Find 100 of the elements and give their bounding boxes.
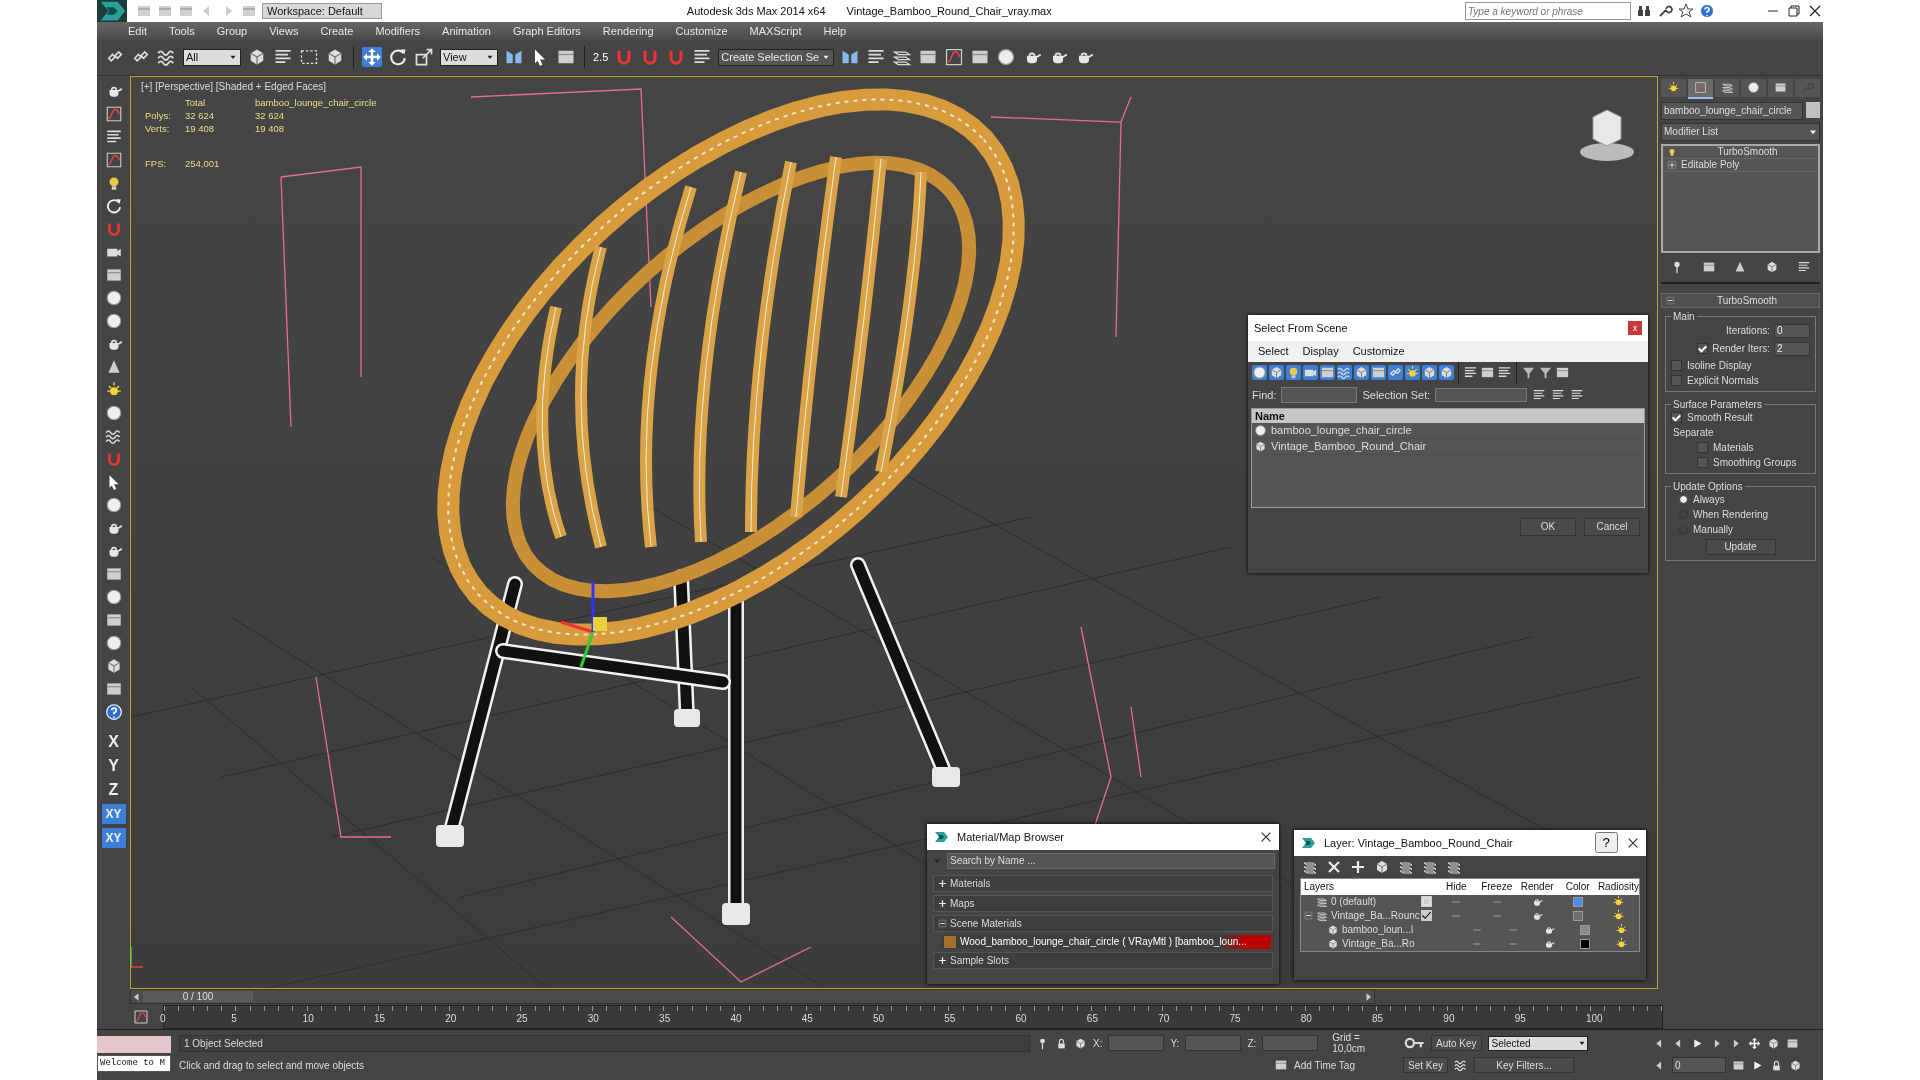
move-icon[interactable] — [1748, 1036, 1761, 1050]
menu-item[interactable]: Customize — [664, 25, 739, 37]
cube-icon[interactable] — [1422, 365, 1437, 381]
checkbox[interactable] — [1697, 343, 1709, 355]
rollout-header[interactable]: TurboSmooth — [1661, 292, 1820, 308]
coordinate-field[interactable] — [1185, 1035, 1242, 1052]
menu-item[interactable]: Select — [1258, 345, 1289, 358]
named-selection-dropdown[interactable]: Create Selection Se — [718, 48, 835, 66]
coordinate-field[interactable] — [1108, 1035, 1165, 1052]
sphere-icon[interactable] — [104, 311, 123, 330]
filter-icon[interactable] — [1538, 365, 1553, 381]
column-header[interactable]: Radiosity — [1597, 881, 1639, 893]
menu-item[interactable]: Rendering — [591, 25, 665, 37]
cube-icon[interactable] — [1374, 858, 1390, 875]
curve-graph-icon[interactable] — [104, 104, 123, 123]
column-header[interactable]: Layers — [1301, 881, 1416, 893]
help-icon[interactable] — [1699, 3, 1715, 19]
command-panel-tab[interactable] — [1661, 78, 1686, 97]
cube-icon[interactable] — [1789, 1058, 1802, 1072]
cross-icon[interactable] — [1326, 858, 1342, 875]
axis-constraint-button[interactable]: X — [101, 731, 126, 752]
auto-key-button[interactable]: Auto Key — [1431, 1035, 1482, 1052]
collapse-icon[interactable] — [1304, 911, 1313, 921]
workspace-dropdown[interactable]: Workspace: Default — [262, 3, 382, 19]
rotate-icon[interactable] — [388, 47, 408, 68]
checkbox[interactable] — [1697, 456, 1708, 468]
star-icon[interactable] — [1678, 3, 1694, 19]
menu-item[interactable]: Graph Editors — [501, 25, 592, 37]
axis-constraint-button[interactable]: XY — [101, 803, 126, 824]
cube-icon[interactable] — [1269, 365, 1284, 381]
help-button[interactable]: ? — [1594, 832, 1618, 854]
menu-item[interactable]: Display — [1302, 345, 1339, 358]
menu-item[interactable]: Create — [309, 25, 365, 37]
object-color-swatch[interactable] — [1580, 924, 1590, 935]
filter-icon[interactable] — [1521, 365, 1536, 381]
browser-section-header[interactable]: Materials — [933, 874, 1273, 892]
checkmark-icon[interactable] — [1420, 910, 1432, 922]
panel-icon[interactable] — [1786, 1036, 1799, 1050]
set-key-button[interactable]: Set Key — [1403, 1057, 1449, 1074]
column-header[interactable]: Render — [1516, 881, 1558, 893]
perspective-viewport[interactable] — [130, 75, 1658, 990]
panel-icon[interactable] — [1371, 365, 1386, 381]
sphere-icon[interactable] — [104, 587, 123, 606]
lock-icon[interactable] — [1770, 1058, 1783, 1072]
collapse-icon[interactable] — [1666, 295, 1675, 305]
panel-icon[interactable] — [1732, 1058, 1745, 1072]
menu-item[interactable]: MAXScript — [738, 25, 813, 37]
camera-icon[interactable] — [1303, 365, 1318, 381]
column-header[interactable]: Color — [1557, 881, 1598, 893]
collapse-icon[interactable] — [938, 918, 947, 928]
column-header[interactable]: Name — [1252, 408, 1644, 423]
checkbox[interactable] — [1671, 359, 1682, 371]
plus-icon[interactable] — [938, 898, 947, 908]
menu-item[interactable]: Tools — [157, 25, 206, 37]
current-frame-field[interactable]: 0 — [1672, 1057, 1726, 1074]
selection-filter-dropdown[interactable]: All — [183, 48, 241, 66]
modifier-list-dropdown[interactable]: Modifier List — [1661, 122, 1820, 141]
sphere-icon[interactable] — [104, 633, 123, 652]
menu-item[interactable]: Modifiers — [364, 25, 432, 37]
key-mode-dropdown[interactable]: Selected — [1487, 1035, 1588, 1051]
cancel-button[interactable]: Cancel — [1584, 517, 1640, 536]
time-slider[interactable]: 0 / 100 — [130, 989, 1375, 1005]
object-name[interactable]: bamboo_loun...l — [1342, 924, 1414, 936]
script-listener-field[interactable] — [97, 1036, 171, 1054]
layer-color-swatch[interactable] — [1573, 896, 1584, 907]
key-filters-button[interactable]: Key Filters... — [1474, 1057, 1575, 1074]
sphere-icon[interactable] — [996, 47, 1017, 68]
coordinate-field[interactable] — [1262, 1035, 1319, 1052]
object-color-button[interactable] — [1806, 101, 1820, 118]
command-panel-tab[interactable] — [1687, 78, 1713, 99]
wrench-icon[interactable] — [1657, 3, 1673, 19]
object-name[interactable]: Vintage_Ba...Ro — [1342, 938, 1415, 950]
layer-color-swatch[interactable] — [1573, 910, 1584, 921]
move-icon[interactable] — [362, 47, 382, 68]
layer-name[interactable]: Vintage_Ba...Rounc — [1331, 910, 1420, 922]
radio-button[interactable] — [1679, 494, 1688, 504]
scale-icon[interactable] — [414, 47, 434, 68]
command-panel-tab[interactable] — [1714, 78, 1740, 97]
browser-section-header[interactable]: Scene Materials — [933, 914, 1273, 932]
plus-icon[interactable] — [938, 955, 947, 965]
binoculars-icon[interactable] — [1636, 3, 1652, 19]
search-field[interactable]: Search by Name ... — [947, 852, 1275, 869]
curve-graph-icon[interactable] — [944, 47, 965, 68]
layer-name[interactable]: 0 (default) — [1331, 896, 1377, 908]
menu-item[interactable]: Group — [205, 25, 259, 37]
plus-icon[interactable] — [938, 878, 947, 888]
render-iters-field[interactable]: 2 — [1774, 341, 1810, 356]
column-header[interactable]: Freeze — [1476, 881, 1517, 893]
add-time-tag-button[interactable]: Add Time Tag — [1294, 1059, 1355, 1071]
menu-item[interactable]: Customize — [1352, 345, 1405, 358]
close-icon[interactable] — [1807, 3, 1823, 19]
checkbox[interactable] — [1671, 374, 1682, 386]
sphere-icon[interactable] — [104, 288, 123, 307]
find-field[interactable] — [1281, 386, 1358, 403]
viewport-label[interactable]: [+] [Perspective] [Shaded + Edged Faces] — [141, 80, 327, 92]
modifier-stack-item[interactable]: TurboSmooth — [1663, 145, 1818, 159]
bulb-icon[interactable] — [1286, 365, 1301, 381]
axis-constraint-button[interactable]: XY — [101, 827, 126, 848]
object-color-swatch[interactable] — [1580, 938, 1590, 949]
curve-graph-icon[interactable] — [104, 150, 123, 169]
